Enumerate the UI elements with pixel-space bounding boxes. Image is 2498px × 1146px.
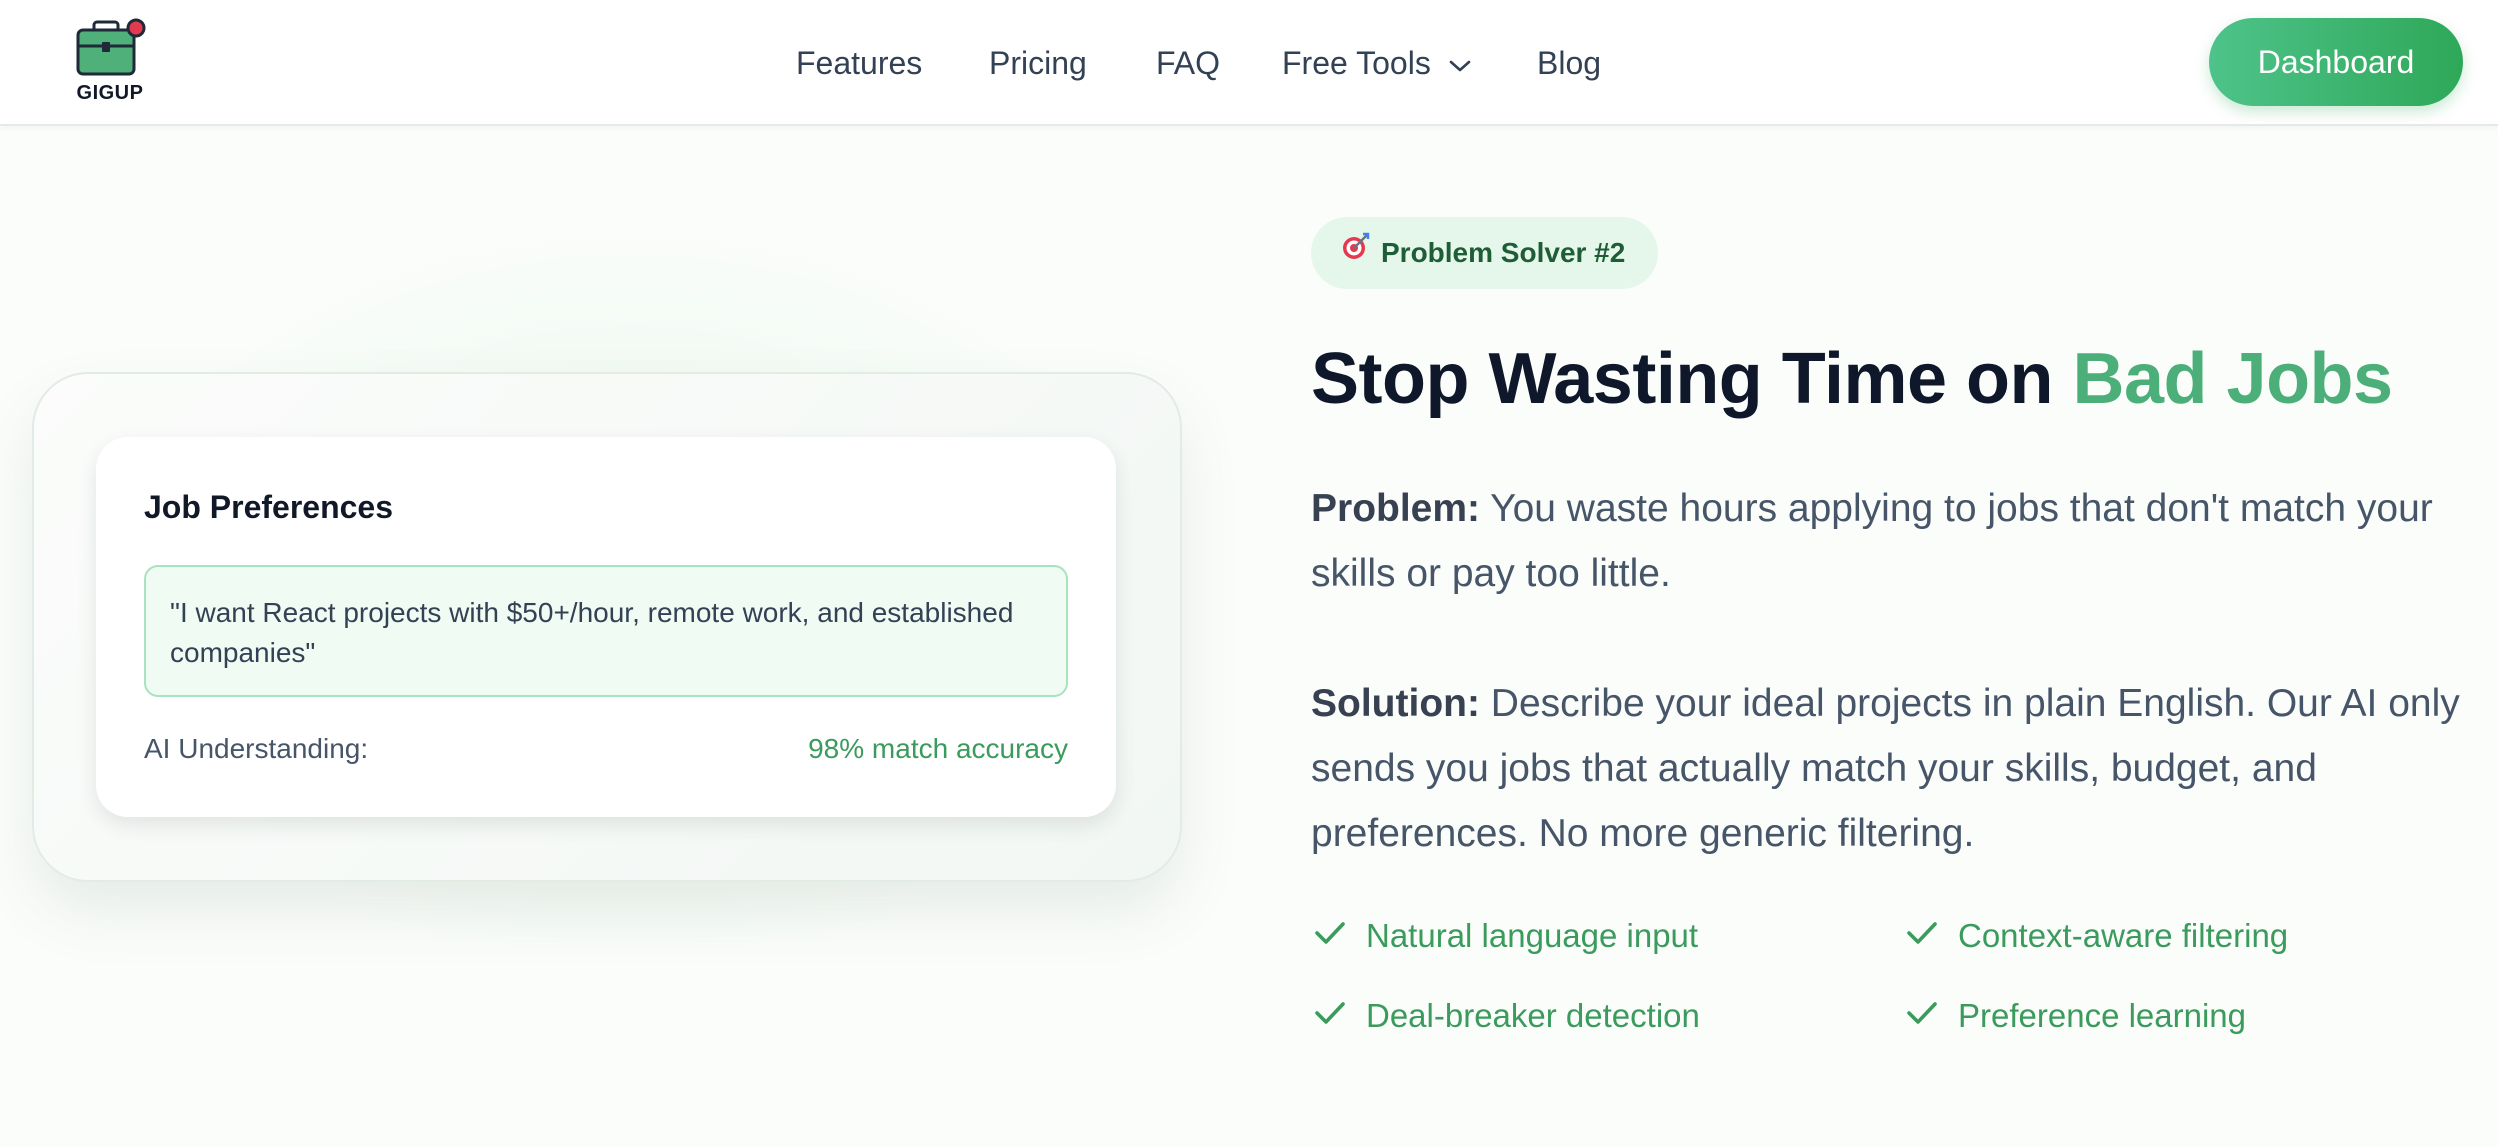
problem-text: You waste hours applying to jobs that do… bbox=[1311, 487, 2433, 595]
headline-accent: Bad Jobs bbox=[2072, 339, 2394, 419]
feature-item: Natural language input bbox=[1314, 914, 1698, 958]
section-headline: Stop Wasting Time on Bad Jobs bbox=[1311, 338, 2393, 420]
solution-text: Describe your ideal projects in plain En… bbox=[1311, 682, 2460, 855]
check-icon bbox=[1314, 993, 1346, 1037]
job-preferences-card: Job Preferences "I want React projects w… bbox=[96, 437, 1116, 817]
nav-faq[interactable]: FAQ bbox=[1156, 38, 1220, 88]
nav-pricing[interactable]: Pricing bbox=[989, 38, 1087, 88]
feature-label: Preference learning bbox=[1958, 997, 2247, 1034]
card-title: Job Preferences bbox=[144, 489, 394, 525]
feature-item: Deal-breaker detection bbox=[1314, 994, 1700, 1038]
problem-solver-badge: Problem Solver #2 bbox=[1311, 217, 1658, 289]
check-icon bbox=[1906, 913, 1938, 957]
nav-free-tools-label: Free Tools bbox=[1282, 45, 1431, 81]
chevron-down-icon bbox=[1448, 38, 1472, 88]
nav-blog[interactable]: Blog bbox=[1537, 38, 1601, 88]
match-accuracy-value: 98% match accuracy bbox=[808, 733, 1068, 764]
solution-label: Solution: bbox=[1311, 682, 1480, 725]
check-icon bbox=[1906, 993, 1938, 1037]
ai-understanding-label: AI Understanding: bbox=[144, 733, 369, 764]
target-icon bbox=[1341, 217, 1371, 289]
preference-quote-box: "I want React projects with $50+/hour, r… bbox=[144, 565, 1068, 697]
feature-label: Deal-breaker detection bbox=[1366, 997, 1700, 1034]
feature-label: Context-aware filtering bbox=[1958, 917, 2289, 954]
nav-features[interactable]: Features bbox=[796, 38, 922, 88]
nav-free-tools[interactable]: Free Tools bbox=[1282, 38, 1472, 88]
dashboard-button[interactable]: Dashboard bbox=[2209, 18, 2463, 106]
problem-label: Problem: bbox=[1311, 487, 1481, 530]
solution-paragraph: Solution: Describe your ideal projects i… bbox=[1311, 671, 2471, 866]
headline-main: Stop Wasting Time on bbox=[1311, 339, 2073, 419]
feature-label: Natural language input bbox=[1366, 917, 1699, 954]
badge-label: Problem Solver #2 bbox=[1381, 237, 1626, 268]
main-nav: Features Pricing FAQ Free Tools Blog bbox=[0, 38, 2498, 88]
problem-paragraph: Problem: You waste hours applying to job… bbox=[1311, 476, 2471, 606]
feature-item: Context-aware filtering bbox=[1906, 914, 2288, 958]
check-icon bbox=[1314, 913, 1346, 957]
site-header: GIGUP Features Pricing FAQ Free Tools Bl… bbox=[0, 0, 2498, 126]
feature-item: Preference learning bbox=[1906, 994, 2246, 1038]
